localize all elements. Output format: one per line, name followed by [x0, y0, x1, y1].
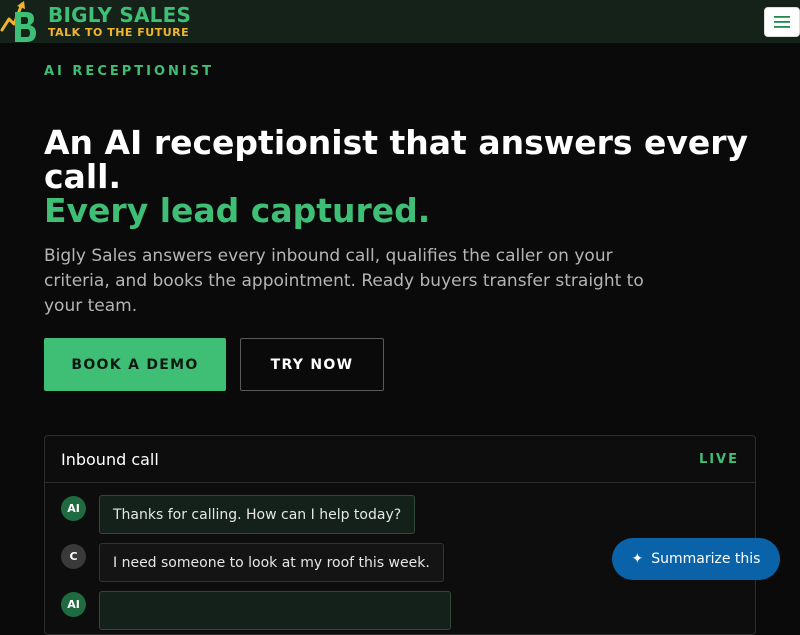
headline-accent: Every lead captured. — [44, 191, 431, 230]
ai-avatar: AI — [61, 592, 86, 617]
sparkle-icon: ✦ — [631, 551, 644, 567]
menu-button[interactable] — [764, 7, 800, 37]
bigly-logo-icon — [0, 1, 36, 42]
section-eyebrow: AI RECEPTIONIST — [44, 64, 214, 79]
summarize-label: Summarize this — [651, 551, 761, 567]
ai-avatar: AI — [61, 496, 86, 521]
call-card-header: Inbound call LIVE — [45, 436, 755, 483]
brand-name: BIGLY SALES — [48, 3, 192, 27]
inbound-call-card: Inbound call LIVE AI Thanks for calling.… — [44, 435, 756, 635]
message-bubble: Thanks for calling. How can I help today… — [99, 495, 416, 534]
message-bubble — [99, 591, 451, 630]
hamburger-icon — [774, 16, 790, 28]
headline-main: An AI receptionist that answers every ca… — [44, 123, 749, 196]
transcript-message: AI Thanks for calling. How can I help to… — [61, 495, 416, 534]
transcript-message: AI — [61, 591, 451, 630]
brand-tagline: TALK TO THE FUTURE — [48, 26, 190, 39]
try-now-button[interactable]: TRY NOW — [240, 338, 384, 391]
transcript-message: C I need someone to look at my roof this… — [61, 543, 444, 582]
message-bubble: I need someone to look at my roof this w… — [99, 543, 444, 582]
summarize-button[interactable]: ✦ Summarize this — [612, 538, 780, 580]
call-title: Inbound call — [61, 449, 159, 469]
brand-logo[interactable]: BIGLY SALES TALK TO THE FUTURE — [0, 0, 191, 43]
book-demo-button[interactable]: BOOK A DEMO — [44, 338, 226, 391]
top-navigation-bar: BIGLY SALES TALK TO THE FUTURE — [0, 0, 800, 43]
live-status-badge: LIVE — [698, 451, 739, 467]
caller-avatar: C — [61, 544, 86, 569]
hero-headline: An AI receptionist that answers every ca… — [44, 126, 764, 228]
hero-description: Bigly Sales answers every inbound call, … — [44, 246, 644, 316]
